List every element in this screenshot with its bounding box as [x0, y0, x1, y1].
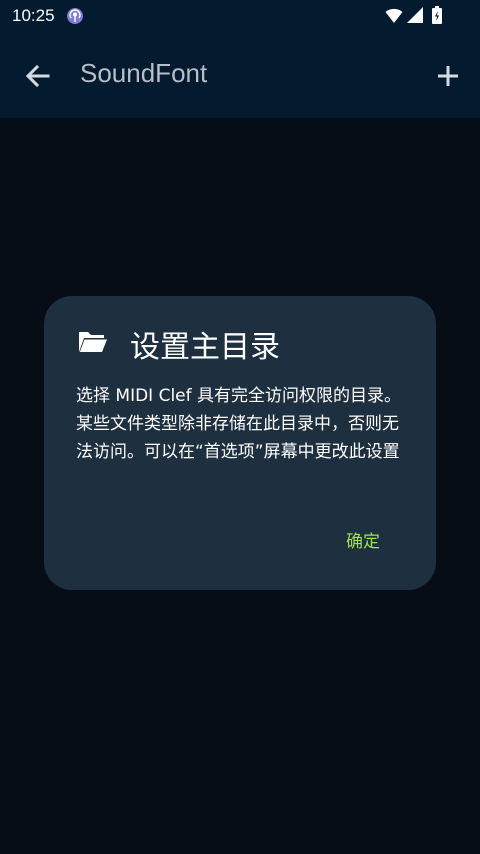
plus-icon[interactable]	[428, 56, 468, 96]
podcast-icon	[67, 8, 83, 24]
signal-icon	[407, 7, 423, 23]
wifi-icon	[385, 8, 403, 23]
ok-button[interactable]: 确定	[346, 527, 380, 552]
arrow-left-icon[interactable]	[18, 56, 58, 96]
app-bar: SoundFont	[0, 32, 480, 118]
dialog-title: 设置主目录	[130, 330, 280, 365]
dialog-message: 选择 MIDI Clef 具有完全访问权限的目录。某些文件类型除非存储在此目录中…	[76, 386, 402, 462]
folder-open-icon	[79, 332, 107, 352]
app-title: SoundFont	[80, 58, 208, 88]
battery-icon	[432, 6, 442, 24]
set-main-directory-dialog: 设置主目录 选择 MIDI Clef 具有完全访问权限的目录。某些文件类型除非存…	[44, 296, 436, 590]
status-time: 10:25	[12, 6, 55, 25]
status-bar: 10:25	[0, 0, 480, 32]
